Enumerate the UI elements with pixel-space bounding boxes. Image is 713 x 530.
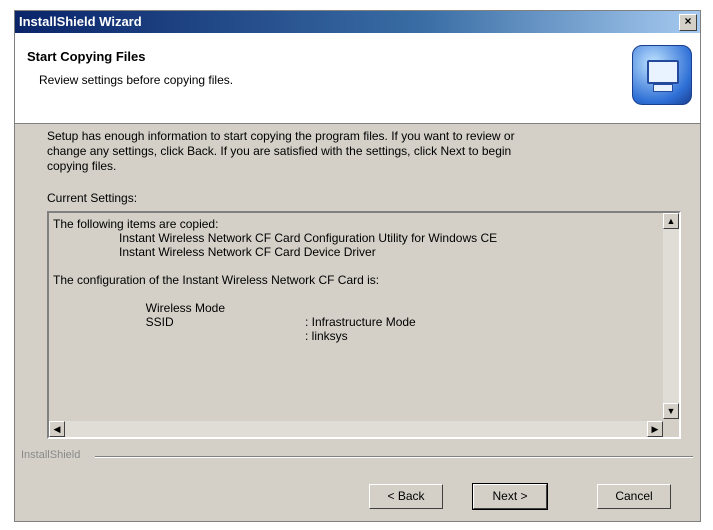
monitor-base-icon — [653, 84, 673, 92]
config-intro: The configuration of the Instant Wireles… — [53, 273, 380, 287]
settings-content: The following items are copied: Instant … — [53, 217, 653, 343]
config-row: Wireless Mode : Infrastructure Mode — [53, 287, 653, 329]
horizontal-scrollbar[interactable]: ◀ ▶ — [49, 421, 663, 437]
divider — [95, 456, 693, 458]
copied-item: Instant Wireless Network CF Card Configu… — [119, 231, 498, 245]
instructions-line: change any settings, click Back. If you … — [47, 144, 512, 158]
back-button[interactable]: < Back — [369, 484, 443, 509]
computer-setup-icon — [632, 45, 692, 105]
window-title: InstallShield Wizard — [19, 14, 142, 29]
instructions-line: copying files. — [47, 159, 117, 173]
header-title: Start Copying Files — [27, 49, 146, 64]
close-button[interactable]: × — [679, 14, 697, 31]
installshield-wizard-window: InstallShield Wizard × Start Copying Fil… — [14, 10, 701, 522]
scroll-down-arrow-icon[interactable]: ▼ — [663, 403, 679, 419]
config-key: SSID — [145, 315, 174, 329]
config-row: SSID : linksys — [53, 301, 653, 343]
installshield-brand: InstallShield — [21, 449, 81, 461]
monitor-icon — [647, 60, 679, 84]
wizard-header: Start Copying Files Review settings befo… — [15, 33, 700, 124]
next-button[interactable]: Next > — [472, 483, 548, 510]
config-value: : linksys — [305, 329, 348, 343]
instructions-line: Setup has enough information to start co… — [47, 129, 515, 143]
cancel-button[interactable]: Cancel — [597, 484, 671, 509]
scroll-right-arrow-icon[interactable]: ▶ — [647, 421, 663, 437]
copied-items-intro: The following items are copied: — [53, 217, 219, 231]
scrollbar-corner — [663, 421, 679, 437]
instructions-text: Setup has enough information to start co… — [47, 129, 667, 174]
vertical-scrollbar[interactable]: ▲ ▼ — [663, 213, 679, 419]
title-bar[interactable]: InstallShield Wizard × — [15, 11, 700, 33]
scroll-left-arrow-icon[interactable]: ◀ — [49, 421, 65, 437]
config-value: : Infrastructure Mode — [305, 315, 416, 329]
current-settings-label: Current Settings: — [47, 191, 138, 205]
copied-item: Instant Wireless Network CF Card Device … — [119, 245, 376, 259]
current-settings-textbox[interactable]: The following items are copied: Instant … — [47, 211, 681, 439]
header-subtitle: Review settings before copying files. — [39, 73, 234, 87]
scroll-up-arrow-icon[interactable]: ▲ — [663, 213, 679, 229]
